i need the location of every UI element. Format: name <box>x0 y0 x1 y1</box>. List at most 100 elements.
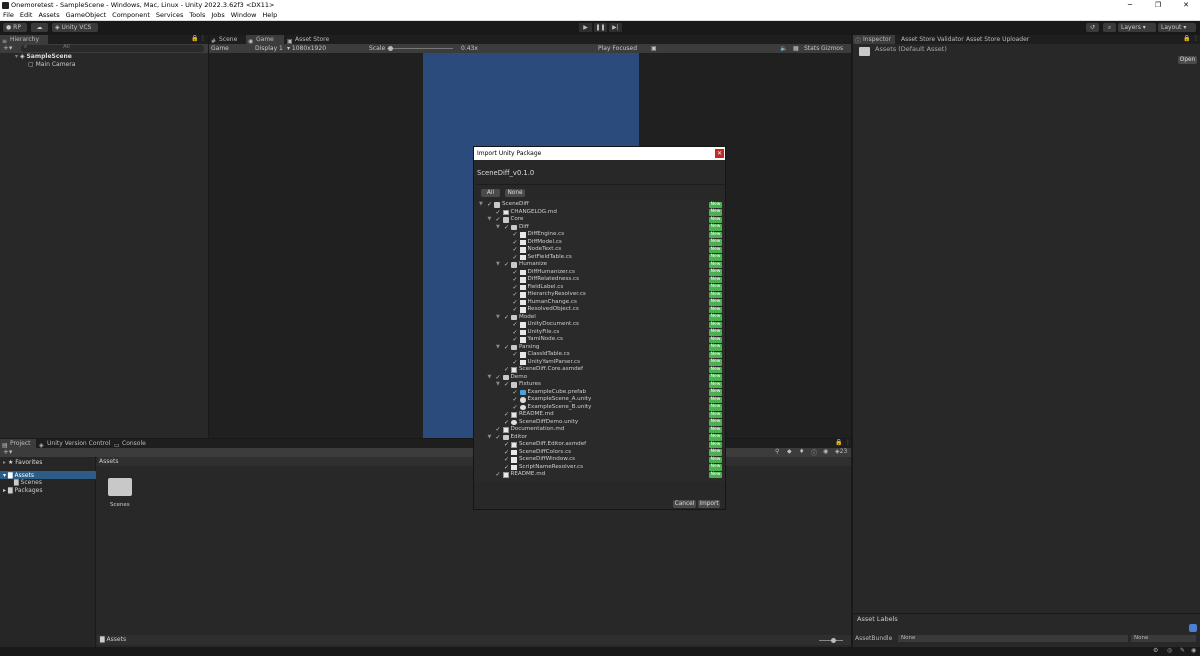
package-tree-row[interactable]: ▼ ✓ Editor New <box>474 434 725 442</box>
breadcrumb-assets[interactable]: Assets <box>99 458 119 465</box>
checkbox-icon[interactable]: ✓ <box>513 291 519 299</box>
package-tree-row[interactable]: ✓ DiffEngine.cs New <box>474 231 725 239</box>
game-mode-dropdown[interactable]: Game <box>211 44 229 53</box>
checkbox-icon[interactable]: ✓ <box>513 269 519 277</box>
favorites-row[interactable]: ▸ ★ Favorites <box>3 459 42 466</box>
tab-asset-store-uploader[interactable]: Asset Store Uploader <box>956 35 1029 44</box>
step-button[interactable]: ▶| <box>609 23 622 32</box>
add-icon[interactable]: +▾ <box>3 448 12 456</box>
checkbox-icon[interactable]: ✓ <box>513 404 519 412</box>
package-tree-row[interactable]: ✓ SetFieldTable.cs New <box>474 254 725 262</box>
folder-icon[interactable] <box>108 478 132 496</box>
tag-icon[interactable] <box>1189 624 1197 632</box>
checkbox-icon[interactable]: ✓ <box>504 344 510 352</box>
checkbox-icon[interactable]: ✓ <box>513 231 519 239</box>
dialog-close-button[interactable]: ✕ <box>715 149 724 158</box>
package-tree-row[interactable]: ✓ SceneDiffWindow.cs New <box>474 456 725 464</box>
package-tree-row[interactable]: ✓ DiffModel.cs New <box>474 239 725 247</box>
package-tree-row[interactable]: ✓ SceneDiff.Editor.asmdef New <box>474 441 725 449</box>
checkbox-icon[interactable]: ✓ <box>504 366 510 374</box>
package-tree-row[interactable]: ✓ DiffHumanizer.cs New <box>474 269 725 277</box>
cloud-icon[interactable]: ☁ <box>31 23 48 32</box>
tab-inspector[interactable]: ⓘ Inspector <box>853 35 895 45</box>
checkbox-icon[interactable]: ✓ <box>504 441 510 449</box>
checkbox-icon[interactable]: ✓ <box>513 336 519 344</box>
package-tree-row[interactable]: ✓ YamlNode.cs New <box>474 336 725 344</box>
minimize-button[interactable]: ─ <box>1116 0 1144 11</box>
package-tree-row[interactable]: ▼ ✓ Fixtures New <box>474 381 725 389</box>
checkbox-icon[interactable]: ✓ <box>496 426 502 434</box>
tree-item[interactable]: ▾ ▇ Assets <box>3 472 34 479</box>
filter-icon[interactable]: ⚲ <box>775 448 779 455</box>
grid-icon[interactable]: ▦ <box>793 44 799 53</box>
checkbox-icon[interactable]: ✓ <box>496 374 502 382</box>
tab-unity-version-control[interactable]: ◈ Unity Version Control <box>37 439 111 449</box>
expand-arrow-icon[interactable]: ▼ <box>496 314 502 322</box>
camera-icon[interactable]: ▣ <box>651 44 657 53</box>
display-dropdown[interactable]: Display 1 <box>255 44 283 53</box>
checkbox-icon[interactable]: ✓ <box>504 419 510 427</box>
zoom-slider-thumb[interactable] <box>831 638 836 643</box>
cancel-button[interactable]: Cancel <box>673 500 696 508</box>
checkbox-icon[interactable]: ✓ <box>513 351 519 359</box>
expand-arrow-icon[interactable]: ▼ <box>488 216 494 224</box>
checkbox-icon[interactable]: ✓ <box>496 209 502 217</box>
expand-arrow-icon[interactable]: ▼ <box>479 201 485 209</box>
checkbox-icon[interactable]: ✓ <box>513 239 519 247</box>
select-none-button[interactable]: None <box>505 189 525 197</box>
package-tree-row[interactable]: ✓ HierarchyResolver.cs New <box>474 291 725 299</box>
menu-component[interactable]: Component <box>112 11 150 20</box>
package-tree-row[interactable]: ✓ ResolvedObject.cs New <box>474 306 725 314</box>
package-tree-row[interactable]: ✓ SceneDiff.Core.asmdef New <box>474 366 725 374</box>
expand-arrow-icon[interactable]: ▼ <box>488 374 494 382</box>
folder-tile-label[interactable]: Scenes <box>110 502 130 508</box>
package-tree-row[interactable]: ▼ ✓ Diff New <box>474 224 725 232</box>
open-button[interactable]: Open <box>1178 56 1197 64</box>
package-tree-row[interactable]: ✓ Documentation.md New <box>474 426 725 434</box>
expand-arrow-icon[interactable]: ▼ <box>496 261 502 269</box>
layout-dropdown[interactable]: Layout ▾ <box>1158 23 1196 32</box>
package-tree-row[interactable]: ✓ DiffRelatedness.cs New <box>474 276 725 284</box>
checkbox-icon[interactable]: ✓ <box>513 321 519 329</box>
menu-help[interactable]: Help <box>262 11 277 20</box>
network-icon[interactable]: ⚙ <box>1153 647 1158 654</box>
package-tree-row[interactable]: ✓ README.md New <box>474 411 725 419</box>
package-tree-row[interactable]: ✓ CHANGELOG.md New <box>474 209 725 217</box>
scale-slider[interactable] <box>387 48 453 49</box>
more-icon[interactable]: ⋮ <box>1193 35 1199 42</box>
package-tree-row[interactable]: ✓ UnityFile.cs New <box>474 329 725 337</box>
checkbox-icon[interactable]: ✓ <box>504 381 510 389</box>
checkbox-icon[interactable]: ✓ <box>513 359 519 367</box>
checkbox-icon[interactable]: ✓ <box>504 449 510 457</box>
asset-bundle-dropdown[interactable]: None <box>898 635 1128 642</box>
package-tree-row[interactable]: ▼ ✓ Demo New <box>474 374 725 382</box>
checkbox-icon[interactable]: ✓ <box>504 464 510 472</box>
menu-file[interactable]: File <box>3 11 14 20</box>
account-button[interactable]: ● RP <box>3 23 27 32</box>
audio-icon[interactable]: 🔈 <box>780 44 787 53</box>
stats-button[interactable]: Stats <box>804 44 819 53</box>
menu-assets[interactable]: Assets <box>38 11 59 20</box>
maximize-button[interactable]: ❐ <box>1144 0 1172 11</box>
package-tree-row[interactable]: ✓ ExampleCube.prefab New <box>474 389 725 397</box>
play-button[interactable]: ▶ <box>579 23 592 32</box>
expand-arrow-icon[interactable]: ▼ <box>488 434 494 442</box>
package-tree-row[interactable]: ▼ ✓ Core New <box>474 216 725 224</box>
checkbox-icon[interactable]: ✓ <box>496 216 502 224</box>
checkbox-icon[interactable]: ✓ <box>496 471 502 479</box>
hierarchy-search-input[interactable]: ⌕ All <box>21 44 204 52</box>
lock-icon[interactable]: 🔒 <box>1183 35 1190 42</box>
checkbox-icon[interactable]: ✓ <box>513 306 519 314</box>
more-icon[interactable]: ⋮ <box>200 35 206 42</box>
package-tree-row[interactable]: ✓ README.md New <box>474 471 725 479</box>
checkbox-icon[interactable]: ✓ <box>504 314 510 322</box>
package-tree-row[interactable]: ▼ ✓ Humanize New <box>474 261 725 269</box>
package-tree-row[interactable]: ▼ ✓ SceneDiff New <box>474 201 725 209</box>
debug-icon[interactable]: ✎ <box>1180 647 1185 654</box>
checkbox-icon[interactable]: ✓ <box>513 246 519 254</box>
menu-gameobject[interactable]: GameObject <box>66 11 107 20</box>
menu-jobs[interactable]: Jobs <box>211 11 224 20</box>
play-focused-dropdown[interactable]: Play Focused <box>598 44 637 53</box>
checkbox-icon[interactable]: ✓ <box>513 329 519 337</box>
checkbox-icon[interactable]: ✓ <box>513 396 519 404</box>
